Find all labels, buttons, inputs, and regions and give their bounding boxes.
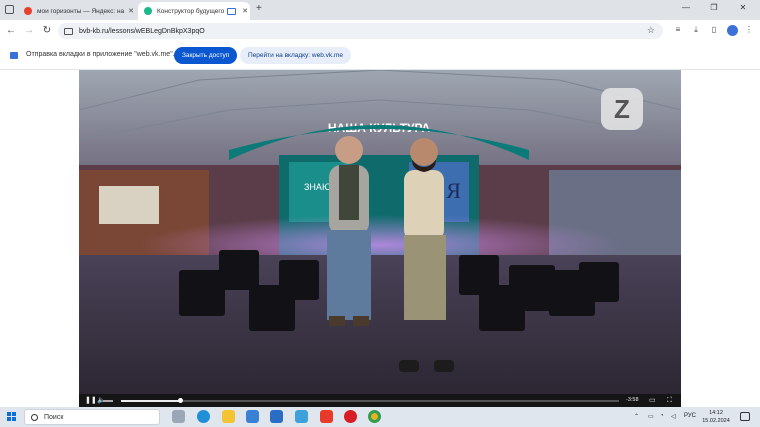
new-tab-button[interactable]: + [256,3,262,14]
video-controls: ❚❚ 🔈 -3:58 ▭ ⛶ [79,394,681,407]
close-window-button[interactable]: ✕ [733,3,753,12]
cast-icon [227,7,236,15]
windows-taskbar: Поиск ⌃ ▭ ◔ ◁ РУС 14:12 15.02.2024 [0,407,760,427]
clock-time: 14:12 [709,410,723,416]
page-content: НАША КУЛЬТУРА ЗНАЮ и Я [0,70,760,407]
mail-icon[interactable] [270,410,283,423]
tray-chevron-icon[interactable]: ⌃ [634,413,639,420]
tab-title: мои горизонты — Яндекс: на [37,7,125,15]
network-icon[interactable]: ▭ [648,413,654,420]
close-icon[interactable]: ✕ [240,7,250,15]
video-frame: НАША КУЛЬТУРА ЗНАЮ и Я [79,70,681,394]
windows-start-icon[interactable] [7,412,17,422]
media-controls-icon[interactable]: ≡ [672,25,684,34]
fullscreen-icon[interactable]: ⛶ [667,396,672,405]
language-indicator[interactable]: РУС [684,413,696,419]
site-info-icon[interactable] [64,27,73,35]
tab-title: Конструктор будущего [157,7,225,15]
meet-icon[interactable] [295,410,308,423]
taskbar-search[interactable]: Поиск [24,409,160,425]
edge-icon[interactable] [197,410,210,423]
file-explorer-icon[interactable] [222,410,235,423]
clock-date: 15.02.2024 [702,418,730,424]
infobar-message: Отправка вкладки в приложение "web.vk.me… [26,51,179,58]
switch-tab-button[interactable]: Перейти на вкладку: web.vk.me [240,47,351,64]
clock[interactable]: 14:12 15.02.2024 [700,409,732,425]
opera-icon[interactable] [344,410,357,423]
tab-yandex[interactable]: мои горизонты — Яндекс: на ✕ [18,2,136,20]
tab-konstruktor[interactable]: Конструктор будущего ✕ [138,2,250,20]
chrome-icon[interactable] [368,410,381,423]
screen-text-left: ЗНАЮ [304,182,331,192]
notification-icon[interactable] [740,412,750,421]
share-tab-icon [10,52,18,59]
tab-search-icon[interactable] [5,5,14,14]
volume-tray-icon[interactable]: ◁ [671,413,676,420]
pause-button[interactable]: ❚❚ [85,396,97,405]
yandex-favicon-icon [24,7,32,15]
back-button[interactable]: ← [4,24,18,37]
tab-sharing-infobar: Отправка вкладки в приложение "web.vk.me… [0,42,760,70]
search-icon [31,413,38,421]
pip-icon[interactable]: ▭ [649,396,656,405]
bookmark-star-icon[interactable]: ☆ [647,25,655,36]
url-text[interactable]: bvb-kb.ru/lessons/wEBLegDnBkpX3pqO [79,28,205,35]
sidepanel-icon[interactable]: ▯ [708,25,720,34]
tab-strip: мои горизонты — Яндекс: на ✕ Конструктор… [0,0,760,20]
download-icon[interactable]: ⤓ [690,25,702,35]
task-view-icon[interactable] [172,410,185,423]
reload-button[interactable]: ↻ [40,24,54,37]
time-remaining: -3:58 [626,397,639,403]
stop-sharing-button[interactable]: Закрыть доступ [174,47,238,64]
svg-text:Z: Z [614,94,630,124]
close-icon[interactable]: ✕ [126,7,136,15]
search-input[interactable]: Поиск [44,414,63,421]
maximize-button[interactable]: ❐ [704,3,724,12]
menu-icon[interactable]: ⋮ [743,25,755,34]
profile-avatar[interactable] [727,25,738,36]
forward-button[interactable]: → [22,24,36,37]
video-player[interactable]: НАША КУЛЬТУРА ЗНАЮ и Я [79,70,681,394]
address-bar: ← → ↻ bvb-kb.ru/lessons/wEBLegDnBkpX3pqO… [0,20,760,42]
store-icon[interactable] [246,410,259,423]
minimize-button[interactable]: — [676,3,696,12]
progress-handle[interactable] [178,398,184,403]
progress-bar[interactable] [121,398,619,403]
wifi-icon[interactable]: ◔ [660,413,664,419]
omnibox[interactable]: bvb-kb.ru/lessons/wEBLegDnBkpX3pqO ☆ [58,23,663,39]
progress-fill [121,400,181,402]
site-favicon-icon [144,7,152,15]
yandex-icon[interactable] [320,410,333,423]
volume-slider[interactable] [103,400,113,402]
